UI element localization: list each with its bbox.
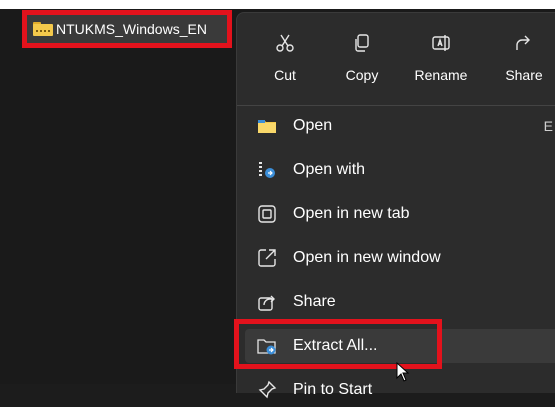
menu-divider [237, 105, 555, 106]
menu-item-share-label: Share [293, 293, 336, 310]
rename-icon [432, 35, 450, 51]
menu-item-open-new-tab-label: Open in new tab [293, 205, 410, 222]
folder-icon [257, 116, 277, 136]
zip-folder-icon [33, 22, 53, 36]
extract-icon [257, 336, 277, 356]
open-with-icon [257, 160, 277, 180]
menu-item-open[interactable]: Open E [245, 109, 555, 143]
copy-button[interactable]: Copy [333, 27, 391, 93]
menu-item-open-label: Open [293, 117, 333, 134]
menu-item-open-with[interactable]: Open with [245, 153, 555, 187]
menu-item-open-new-window-label: Open in new window [293, 249, 441, 266]
context-menu: Cut Copy Rename Share Open E Open with O… [236, 12, 555, 399]
cut-button[interactable]: Cut [256, 27, 314, 93]
scissors-icon [276, 34, 294, 52]
top-strip [0, 0, 555, 9]
menu-item-extract-all[interactable]: Extract All... [245, 329, 555, 363]
rename-button[interactable]: Rename [412, 27, 470, 93]
copy-label: Copy [345, 67, 379, 83]
menu-item-open-shortcut: E [543, 118, 553, 134]
rename-label: Rename [414, 67, 468, 83]
menu-item-extract-all-label: Extract All... [293, 337, 378, 354]
menu-item-share[interactable]: Share [245, 285, 555, 319]
zip-file-item[interactable]: NTUKMS_Windows_EN [22, 10, 232, 48]
pin-icon [257, 380, 277, 400]
share-icon [516, 35, 530, 50]
quick-actions-row: Cut Copy Rename Share [237, 13, 555, 105]
cut-label: Cut [274, 67, 296, 83]
menu-item-open-with-label: Open with [293, 161, 366, 178]
menu-item-open-new-tab[interactable]: Open in new tab [245, 197, 555, 231]
mouse-cursor-icon [396, 362, 410, 382]
new-tab-icon [257, 204, 277, 224]
file-name-label: NTUKMS_Windows_EN [56, 21, 207, 37]
share-quick-button[interactable]: Share [495, 27, 553, 93]
share-quick-label: Share [505, 67, 543, 83]
menu-item-open-new-window[interactable]: Open in new window [245, 241, 555, 275]
copy-icon [355, 34, 369, 52]
share-icon [257, 292, 277, 312]
new-window-icon [257, 248, 277, 268]
